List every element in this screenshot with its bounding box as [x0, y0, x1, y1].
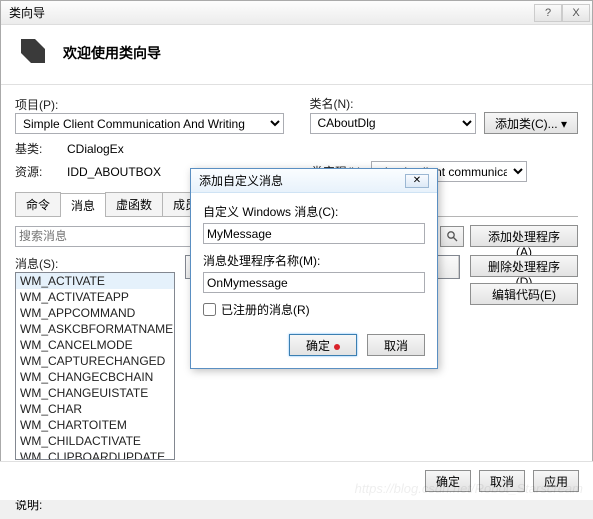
list-item[interactable]: WM_ACTIVATEAPP	[16, 289, 174, 305]
custom-msg-label: 自定义 Windows 消息(C):	[203, 203, 425, 220]
delete-handler-button[interactable]: 删除处理程序(D)	[470, 255, 578, 277]
handler-name-input[interactable]	[203, 272, 425, 293]
modal-cancel-button[interactable]: 取消	[367, 334, 425, 356]
tab-commands[interactable]: 命令	[15, 192, 61, 216]
ok-button[interactable]: 确定	[425, 470, 471, 492]
resource-value: IDD_ABOUTBOX	[67, 165, 161, 179]
class-wizard-window: 类向导 ? X 欢迎使用类向导 项目(P): Simple Client Com…	[0, 0, 593, 500]
add-handler-button[interactable]: 添加处理程序(A)	[470, 225, 578, 247]
tab-messages[interactable]: 消息	[60, 193, 106, 217]
tab-virtual[interactable]: 虚函数	[105, 192, 163, 216]
baseclass-label: 基类:	[15, 140, 57, 157]
handler-name-label: 消息处理程序名称(M):	[203, 252, 425, 269]
project-select[interactable]: Simple Client Communication And Writing	[15, 113, 284, 134]
list-item[interactable]: WM_CHAR	[16, 401, 174, 417]
list-item[interactable]: WM_CHARTOITEM	[16, 417, 174, 433]
list-item[interactable]: WM_CHANGEUISTATE	[16, 385, 174, 401]
help-button[interactable]: ?	[534, 4, 562, 22]
edit-code-button[interactable]: 编辑代码(E)	[470, 283, 578, 305]
apply-button[interactable]: 应用	[533, 470, 579, 492]
list-item[interactable]: WM_CAPTURECHANGED	[16, 353, 174, 369]
dialog-footer: 确定 取消 应用	[0, 461, 593, 500]
close-button[interactable]: X	[562, 4, 590, 22]
add-custom-message-dialog: 添加自定义消息 ✕ 自定义 Windows 消息(C): 消息处理程序名称(M)…	[190, 168, 438, 369]
window-title: 类向导	[9, 4, 45, 21]
wizard-icon	[17, 35, 49, 70]
titlebar: 类向导 ? X	[1, 1, 592, 25]
classname-select[interactable]: CAboutDlg	[310, 113, 476, 134]
modal-title: 添加自定义消息	[199, 172, 283, 189]
custom-msg-input[interactable]	[203, 223, 425, 244]
baseclass-value: CDialogEx	[67, 142, 124, 156]
search-icon	[446, 230, 458, 242]
resource-label: 资源:	[15, 163, 57, 180]
modal-ok-button[interactable]: 确定	[289, 334, 357, 356]
registered-checkbox[interactable]	[203, 303, 216, 316]
list-item[interactable]: WM_CHILDACTIVATE	[16, 433, 174, 449]
search-button[interactable]	[440, 226, 464, 247]
list-item[interactable]: WM_ASKCBFORMATNAME	[16, 321, 174, 337]
cancel-button[interactable]: 取消	[479, 470, 525, 492]
list-item[interactable]: WM_CLIPBOARDUPDATE	[16, 449, 174, 460]
project-label: 项目(P):	[15, 96, 284, 113]
red-dot-icon	[334, 344, 340, 350]
registered-label: 已注册的消息(R)	[221, 301, 310, 318]
classname-label: 类名(N):	[310, 95, 579, 112]
list-item[interactable]: WM_APPCOMMAND	[16, 305, 174, 321]
header-title: 欢迎使用类向导	[63, 43, 161, 63]
list-item[interactable]: WM_ACTIVATE	[16, 273, 174, 289]
message-list-label: 消息(S):	[15, 255, 175, 272]
modal-close-button[interactable]: ✕	[405, 174, 429, 188]
header: 欢迎使用类向导	[1, 25, 592, 85]
add-class-button[interactable]: 添加类(C)... ▾	[484, 112, 578, 134]
list-item[interactable]: WM_CHANGECBCHAIN	[16, 369, 174, 385]
window-controls: ? X	[534, 4, 590, 22]
list-item[interactable]: WM_CANCELMODE	[16, 337, 174, 353]
message-listbox[interactable]: WM_ACTIVATE WM_ACTIVATEAPP WM_APPCOMMAND…	[15, 272, 175, 460]
